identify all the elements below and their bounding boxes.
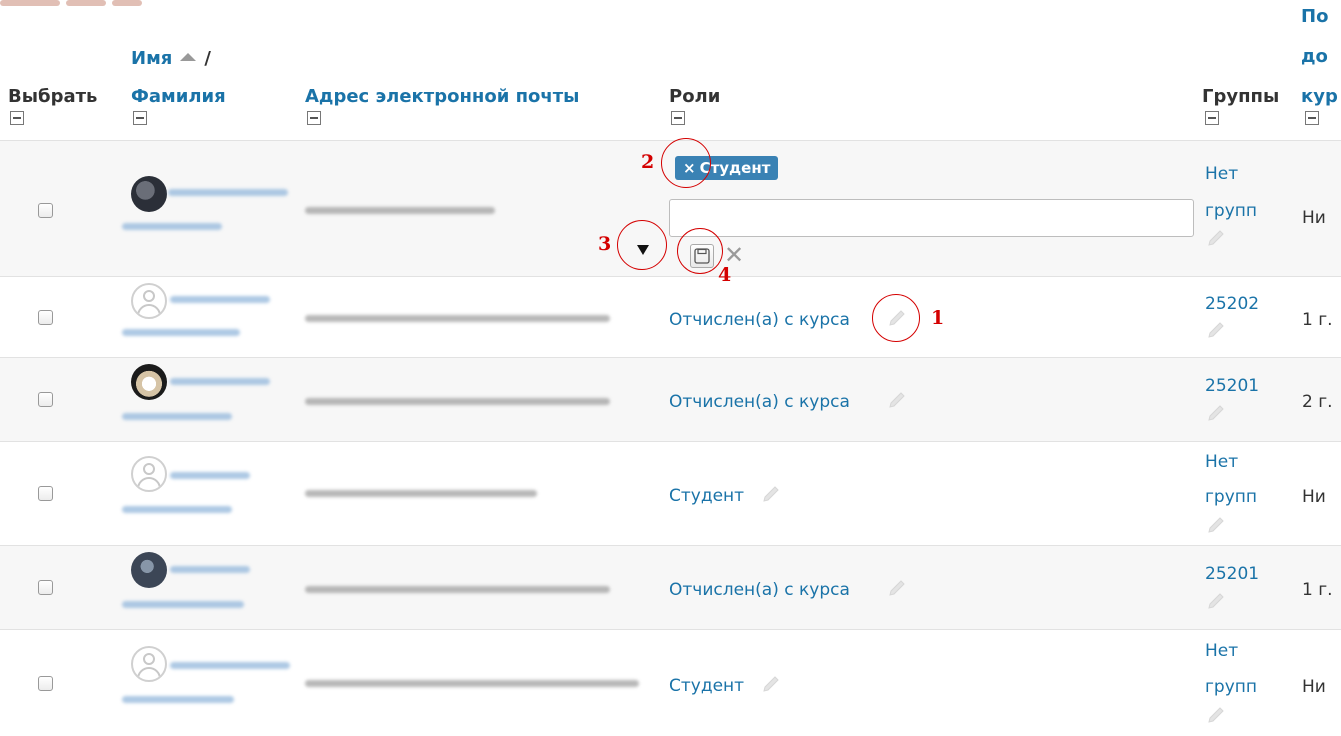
user-last-name-blurred[interactable]	[122, 223, 222, 230]
annotation-number-1: 1	[931, 307, 945, 329]
role-link[interactable]: Отчислен(а) с курса	[669, 579, 850, 601]
annotation-number-3: 3	[598, 233, 612, 255]
role-link[interactable]: Отчислен(а) с курса	[669, 391, 850, 413]
header-last-access-1[interactable]: По	[1301, 6, 1328, 28]
header-last-name[interactable]: Фамилия	[131, 86, 226, 108]
header-groups: Группы	[1202, 86, 1280, 107]
header-email[interactable]: Адрес электронной почты	[305, 86, 579, 108]
header-roles: Роли	[669, 86, 721, 107]
collapse-roles-icon[interactable]	[671, 111, 685, 125]
edit-role-pencil-icon[interactable]	[886, 577, 908, 599]
user-first-name-blurred[interactable]	[170, 378, 270, 385]
table-row: Отчислен(а) с курса 25202 1 г.	[0, 276, 1341, 358]
groups-none-line2[interactable]: групп	[1205, 486, 1273, 508]
user-first-name-blurred[interactable]	[170, 566, 250, 573]
annotation-circle-4	[677, 228, 723, 274]
annotation-circle-3	[617, 220, 667, 270]
edit-groups-pencil-icon[interactable]	[1205, 590, 1227, 612]
collapse-select-icon[interactable]	[10, 111, 24, 125]
annotation-number-4: 4	[718, 264, 732, 286]
user-first-name-blurred[interactable]	[168, 189, 288, 196]
groups-none-line2[interactable]: групп	[1205, 676, 1273, 698]
table-row: Студент Нет групп Ни	[0, 441, 1341, 546]
row-select-checkbox[interactable]	[38, 203, 53, 218]
user-first-name-blurred[interactable]	[170, 662, 290, 669]
row-select-checkbox[interactable]	[38, 676, 53, 691]
collapse-last-access-icon[interactable]	[1305, 111, 1319, 125]
avatar	[131, 364, 167, 400]
group-link[interactable]: 25201	[1205, 375, 1273, 397]
edit-role-pencil-icon[interactable]	[760, 483, 782, 505]
last-access: Ни	[1302, 487, 1326, 507]
user-last-name-blurred[interactable]	[122, 506, 232, 513]
table-row: Отчислен(а) с курса 25201 1 г.	[0, 545, 1341, 630]
user-last-name-blurred[interactable]	[122, 329, 240, 336]
header-last-access-2[interactable]: до	[1301, 46, 1328, 68]
row-select-checkbox[interactable]	[38, 580, 53, 595]
user-email-blurred	[305, 586, 610, 593]
header-name-sort[interactable]: Имя /	[131, 48, 211, 70]
header-select: Выбрать	[8, 86, 98, 107]
edit-groups-pencil-icon[interactable]	[1205, 227, 1227, 249]
user-last-name-blurred[interactable]	[122, 601, 244, 608]
last-access: 2 г.	[1302, 392, 1333, 412]
row-select-checkbox[interactable]	[38, 310, 53, 325]
user-last-name-blurred[interactable]	[122, 696, 234, 703]
group-link[interactable]: 25202	[1205, 293, 1273, 315]
last-access: 1 г.	[1302, 580, 1333, 600]
user-email-blurred	[305, 315, 610, 322]
groups-none-line1[interactable]: Нет	[1205, 163, 1273, 185]
last-access: Ни	[1302, 677, 1326, 697]
role-link[interactable]: Отчислен(а) с курса	[669, 309, 850, 331]
avatar	[131, 646, 167, 682]
user-email-blurred	[305, 398, 610, 405]
collapse-email-icon[interactable]	[307, 111, 321, 125]
avatar	[131, 176, 167, 212]
groups-none-line2[interactable]: групп	[1205, 200, 1273, 222]
row-select-checkbox[interactable]	[38, 486, 53, 501]
annotation-number-2: 2	[641, 151, 655, 173]
avatar	[131, 552, 167, 588]
cropped-top-text	[0, 0, 330, 12]
avatar	[131, 456, 167, 492]
user-last-name-blurred[interactable]	[122, 413, 232, 420]
groups-none-line1[interactable]: Нет	[1205, 451, 1273, 473]
user-email-blurred	[305, 680, 639, 687]
role-search-input[interactable]	[669, 199, 1194, 237]
annotation-circle-1	[872, 294, 920, 342]
header-first-name[interactable]: Имя	[131, 48, 172, 69]
edit-role-pencil-icon[interactable]	[886, 389, 908, 411]
avatar	[131, 283, 167, 319]
role-link[interactable]: Студент	[669, 675, 744, 697]
edit-groups-pencil-icon[interactable]	[1205, 319, 1227, 341]
edit-groups-pencil-icon[interactable]	[1205, 514, 1227, 536]
last-access: 1 г.	[1302, 310, 1333, 330]
user-email-blurred	[305, 207, 495, 214]
collapse-name-icon[interactable]	[133, 111, 147, 125]
role-link[interactable]: Студент	[669, 485, 744, 507]
user-first-name-blurred[interactable]	[170, 472, 250, 479]
annotation-circle-2	[661, 138, 711, 188]
sort-asc-icon	[180, 53, 197, 61]
edit-groups-pencil-icon[interactable]	[1205, 402, 1227, 424]
row-select-checkbox[interactable]	[38, 392, 53, 407]
table-row: Отчислен(а) с курса 25201 2 г.	[0, 357, 1341, 442]
edit-groups-pencil-icon[interactable]	[1205, 704, 1227, 726]
edit-role-pencil-icon[interactable]	[760, 673, 782, 695]
table-row: Студент Нет групп Ни	[0, 629, 1341, 736]
header-slash: /	[204, 48, 211, 69]
user-email-blurred	[305, 490, 537, 497]
groups-none-line1[interactable]: Нет	[1205, 640, 1273, 662]
user-first-name-blurred[interactable]	[170, 296, 270, 303]
last-access: Ни	[1302, 208, 1326, 228]
collapse-groups-icon[interactable]	[1205, 111, 1219, 125]
header-last-access-3[interactable]: кур	[1301, 86, 1338, 108]
group-link[interactable]: 25201	[1205, 563, 1273, 585]
